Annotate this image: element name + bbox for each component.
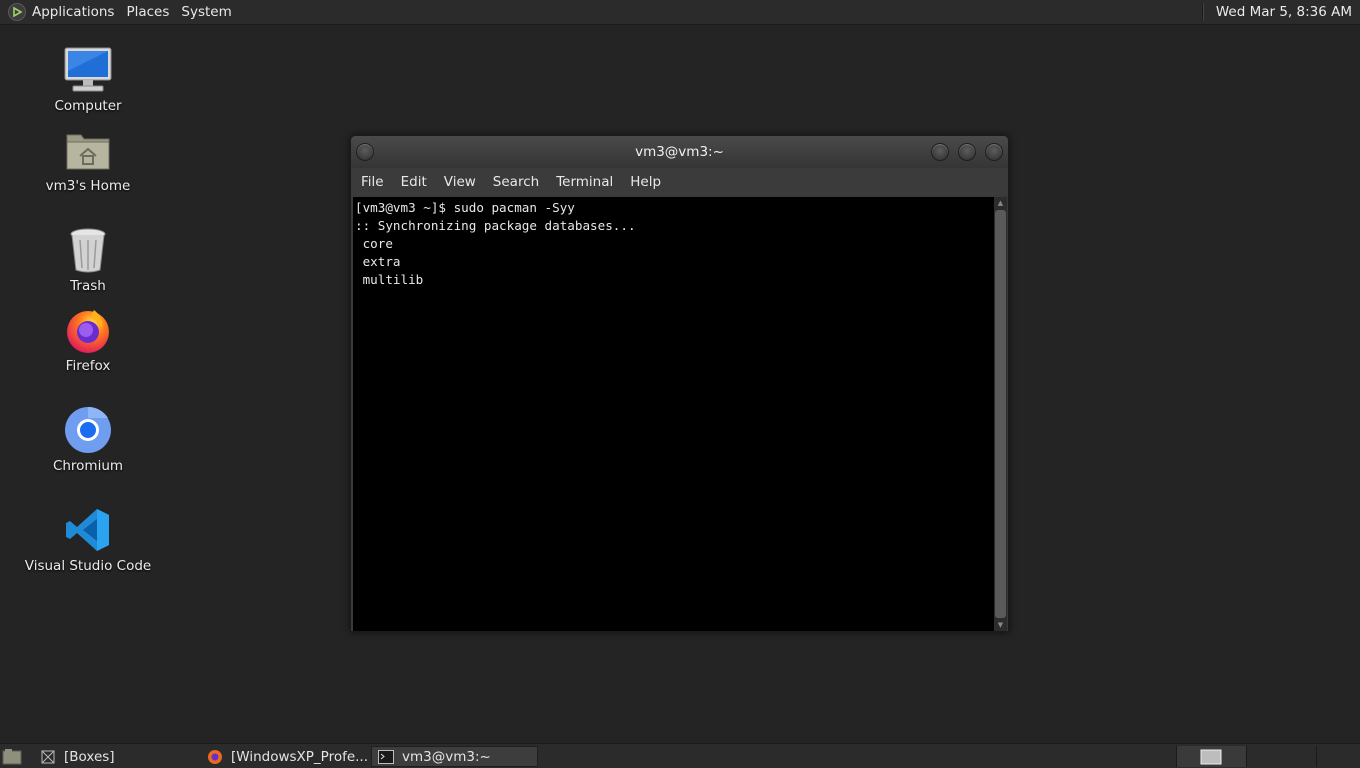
desktop-icon-label: Firefox	[65, 358, 111, 374]
desktop-icon-label: Visual Studio Code	[24, 558, 152, 574]
window-title: vm3@vm3:~	[635, 144, 724, 160]
home-folder-icon	[62, 124, 114, 176]
top-panel: Applications Places System Wed Mar 5, 8:…	[0, 0, 1360, 25]
distro-logo-icon[interactable]	[8, 3, 26, 21]
taskbar-item-label: vm3@vm3:~	[402, 748, 491, 765]
terminal-line: core	[355, 236, 393, 251]
taskbar-item-boxes[interactable]: [Boxes]	[34, 746, 198, 767]
scroll-down-arrow-icon[interactable]: ▼	[994, 619, 1007, 631]
terminal-line: multilib	[355, 272, 424, 287]
desktop-icon-label: vm3's Home	[45, 178, 131, 194]
taskbar-item-label: [WindowsXP_Profe...	[231, 748, 369, 765]
vscode-icon	[62, 504, 114, 556]
terminal-line: [vm3@vm3 ~]$ sudo pacman -Syy	[355, 200, 575, 215]
panel-separator	[1201, 3, 1204, 21]
workspace-3[interactable]	[1316, 746, 1360, 767]
menu-edit[interactable]: Edit	[394, 174, 434, 190]
maximize-button[interactable]	[958, 143, 976, 161]
bottom-panel: [Boxes] [WindowsXP_Profe... vm3@vm3:~	[0, 743, 1360, 768]
menu-view[interactable]: View	[437, 174, 483, 190]
minimize-button[interactable]	[931, 143, 949, 161]
menu-system[interactable]: System	[175, 4, 237, 20]
terminal-icon	[378, 749, 394, 765]
desktop-icon-computer[interactable]: Computer	[23, 44, 153, 114]
chromium-icon	[62, 404, 114, 456]
scroll-up-arrow-icon[interactable]: ▲	[994, 197, 1007, 209]
scrollbar-thumb[interactable]	[995, 210, 1006, 618]
window-titlebar[interactable]: vm3@vm3:~	[351, 136, 1008, 168]
desktop-icon-label: Chromium	[52, 458, 124, 474]
firefox-icon	[62, 304, 114, 356]
terminal-line: :: Synchronizing package databases...	[355, 218, 636, 233]
menu-places[interactable]: Places	[120, 4, 175, 20]
boxes-icon	[40, 749, 56, 765]
close-button[interactable]	[985, 143, 1003, 161]
workspace-2[interactable]	[1246, 746, 1316, 767]
menu-file[interactable]: File	[354, 174, 391, 190]
terminal-scrollbar[interactable]: ▲ ▼	[994, 197, 1007, 631]
desktop-icon-label: Computer	[54, 98, 122, 114]
computer-icon	[62, 44, 114, 96]
desktop-icon-trash[interactable]: Trash	[23, 224, 153, 294]
menu-applications[interactable]: Applications	[26, 4, 120, 20]
desktop-icon-vscode[interactable]: Visual Studio Code	[23, 504, 153, 574]
taskbar-item-windowsxp[interactable]: [WindowsXP_Profe...	[201, 746, 369, 767]
menu-search[interactable]: Search	[486, 174, 546, 190]
window-menu-button[interactable]	[356, 143, 374, 161]
firefox-icon	[207, 749, 223, 765]
terminal-output[interactable]: [vm3@vm3 ~]$ sudo pacman -Syy:: Synchron…	[353, 197, 995, 631]
desktop-icon-firefox[interactable]: Firefox	[23, 304, 153, 374]
desktop-icon-label: Trash	[70, 278, 106, 294]
menu-terminal[interactable]: Terminal	[549, 174, 620, 190]
menu-help[interactable]: Help	[623, 174, 668, 190]
workspace-1[interactable]	[1176, 746, 1246, 767]
main-menu: Applications Places System	[8, 3, 238, 21]
terminal-window[interactable]: vm3@vm3:~ File Edit View Search Terminal…	[350, 135, 1009, 632]
taskbar-item-label: [Boxes]	[64, 748, 115, 765]
desktop-icon-chromium[interactable]: Chromium	[23, 404, 153, 474]
terminal-menubar: File Edit View Search Terminal Help	[351, 168, 1008, 195]
show-desktop-icon[interactable]	[2, 748, 22, 765]
taskbar-item-terminal[interactable]: vm3@vm3:~	[371, 746, 538, 767]
terminal-line: extra	[355, 254, 401, 269]
desktop-icon-home[interactable]: vm3's Home	[23, 124, 153, 194]
clock[interactable]: Wed Mar 5, 8:36 AM	[1212, 4, 1356, 20]
trash-icon	[62, 224, 114, 276]
